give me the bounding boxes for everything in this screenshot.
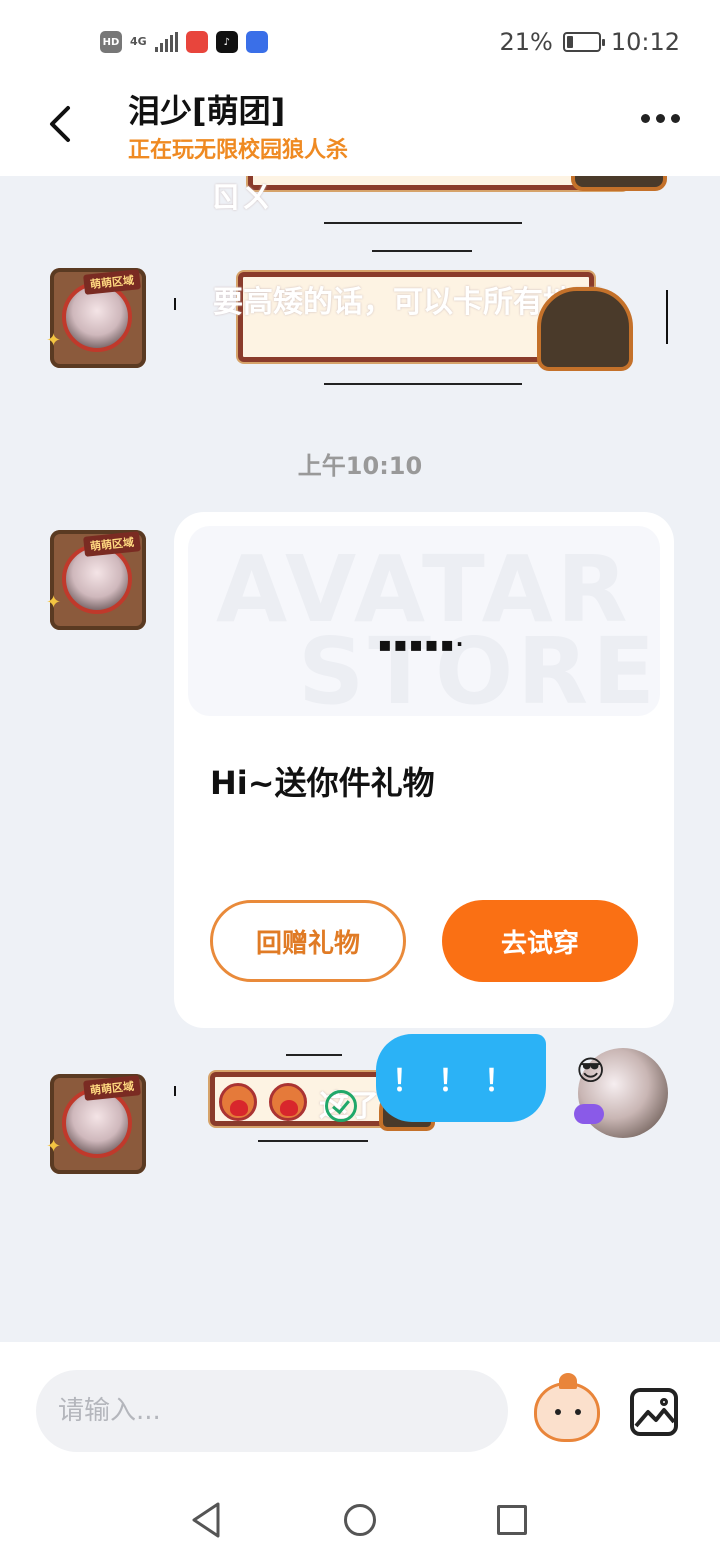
bow-decoration-icon xyxy=(574,1104,604,1124)
message-text: ㄖㄨ xyxy=(211,181,271,216)
return-gift-button[interactable]: 回赠礼物 xyxy=(210,900,406,982)
my-message-bubble[interactable]: ！！！ xyxy=(376,1034,546,1122)
sparkle-icon: ✦ xyxy=(46,330,62,351)
divider xyxy=(324,383,522,385)
sticker-icon xyxy=(559,1373,577,1389)
bubble-decoration-icon xyxy=(571,176,667,191)
chat-header: 泪少[萌团] 正在玩无限校园狼人杀 xyxy=(0,84,720,176)
status-bar: HD 4G ♪ 21% 10:12 xyxy=(0,0,720,84)
loading-indicator: ▪▪▪▪▪· xyxy=(378,632,466,656)
divider xyxy=(258,1140,368,1142)
battery-icon xyxy=(562,32,605,52)
tiktok-icon: ♪ xyxy=(215,31,238,53)
heart-emoji-icon xyxy=(219,1083,257,1121)
sparkle-icon: ✦ xyxy=(46,592,62,613)
signal-icon xyxy=(154,32,178,52)
my-avatar[interactable]: 😎 xyxy=(574,1048,668,1138)
sunglasses-emoji-icon: 😎 xyxy=(576,1054,606,1087)
sticker-button[interactable] xyxy=(534,1373,600,1442)
network-type: 4G xyxy=(130,35,147,48)
image-button[interactable] xyxy=(630,1388,678,1436)
sent-check-icon xyxy=(325,1090,357,1122)
back-button[interactable] xyxy=(40,102,84,146)
bubble-decoration-icon xyxy=(537,287,633,371)
shopping-app-icon xyxy=(185,31,208,53)
avatar-badge: 萌萌区域 xyxy=(83,269,141,295)
battery-percent: 21% xyxy=(499,28,553,56)
baidu-icon xyxy=(245,31,268,53)
message-input[interactable] xyxy=(36,1370,508,1452)
nav-recent-icon[interactable] xyxy=(497,1505,527,1535)
divider xyxy=(372,250,472,252)
contact-avatar[interactable]: 萌萌区域 ✦ xyxy=(46,268,146,368)
input-bar xyxy=(0,1342,720,1462)
system-nav-bar xyxy=(0,1462,720,1560)
divider xyxy=(286,1054,342,1056)
chat-title: 泪少[萌团] xyxy=(128,92,286,130)
avatar-badge: 萌萌区域 xyxy=(83,1075,141,1101)
clock: 10:12 xyxy=(610,28,680,56)
nav-home-icon[interactable] xyxy=(344,1504,376,1536)
gift-banner[interactable]: AVATAR STORE ▪▪▪▪▪· xyxy=(188,526,660,716)
banner-text: STORE xyxy=(298,618,659,716)
contact-avatar[interactable]: 萌萌区域 ✦ xyxy=(46,530,146,630)
back-arrow-icon xyxy=(50,106,70,142)
message-bubble[interactable]: ㄖㄨ xyxy=(211,176,667,216)
text-caret xyxy=(666,290,668,344)
more-dots-icon xyxy=(641,114,650,123)
message-timestamp: 上午10:10 xyxy=(297,452,423,480)
text-caret xyxy=(174,1086,176,1096)
status-right: 21% 10:12 xyxy=(499,28,680,56)
divider xyxy=(324,222,522,224)
contact-avatar[interactable]: 萌萌区域 ✦ xyxy=(46,1074,146,1174)
sparkle-icon: ✦ xyxy=(46,1136,62,1157)
heart-emoji-icon xyxy=(269,1083,307,1121)
message-bubble[interactable]: 要高矮的话，可以卡所有地图 xyxy=(213,272,633,371)
mountain-glyph xyxy=(634,1408,674,1428)
hd-icon: HD xyxy=(100,31,122,53)
playing-status[interactable]: 正在玩无限校园狼人杀 xyxy=(128,132,348,164)
gift-card[interactable]: AVATAR STORE ▪▪▪▪▪· Hi~送你件礼物 回赠礼物 去试穿 xyxy=(174,512,674,1028)
gift-message: Hi~送你件礼物 xyxy=(210,764,435,802)
try-on-button[interactable]: 去试穿 xyxy=(442,900,638,982)
status-icons: HD 4G ♪ xyxy=(100,31,268,53)
more-options-button[interactable] xyxy=(641,114,680,123)
chat-area[interactable]: ㄖㄨ 萌萌区域 ✦ 要高矮的话，可以卡所有地图 上午10:10 萌萌区域 ✦ A… xyxy=(0,176,720,1342)
text-caret xyxy=(174,298,176,310)
avatar-badge: 萌萌区域 xyxy=(83,531,141,557)
nav-back-icon[interactable] xyxy=(190,1502,222,1538)
